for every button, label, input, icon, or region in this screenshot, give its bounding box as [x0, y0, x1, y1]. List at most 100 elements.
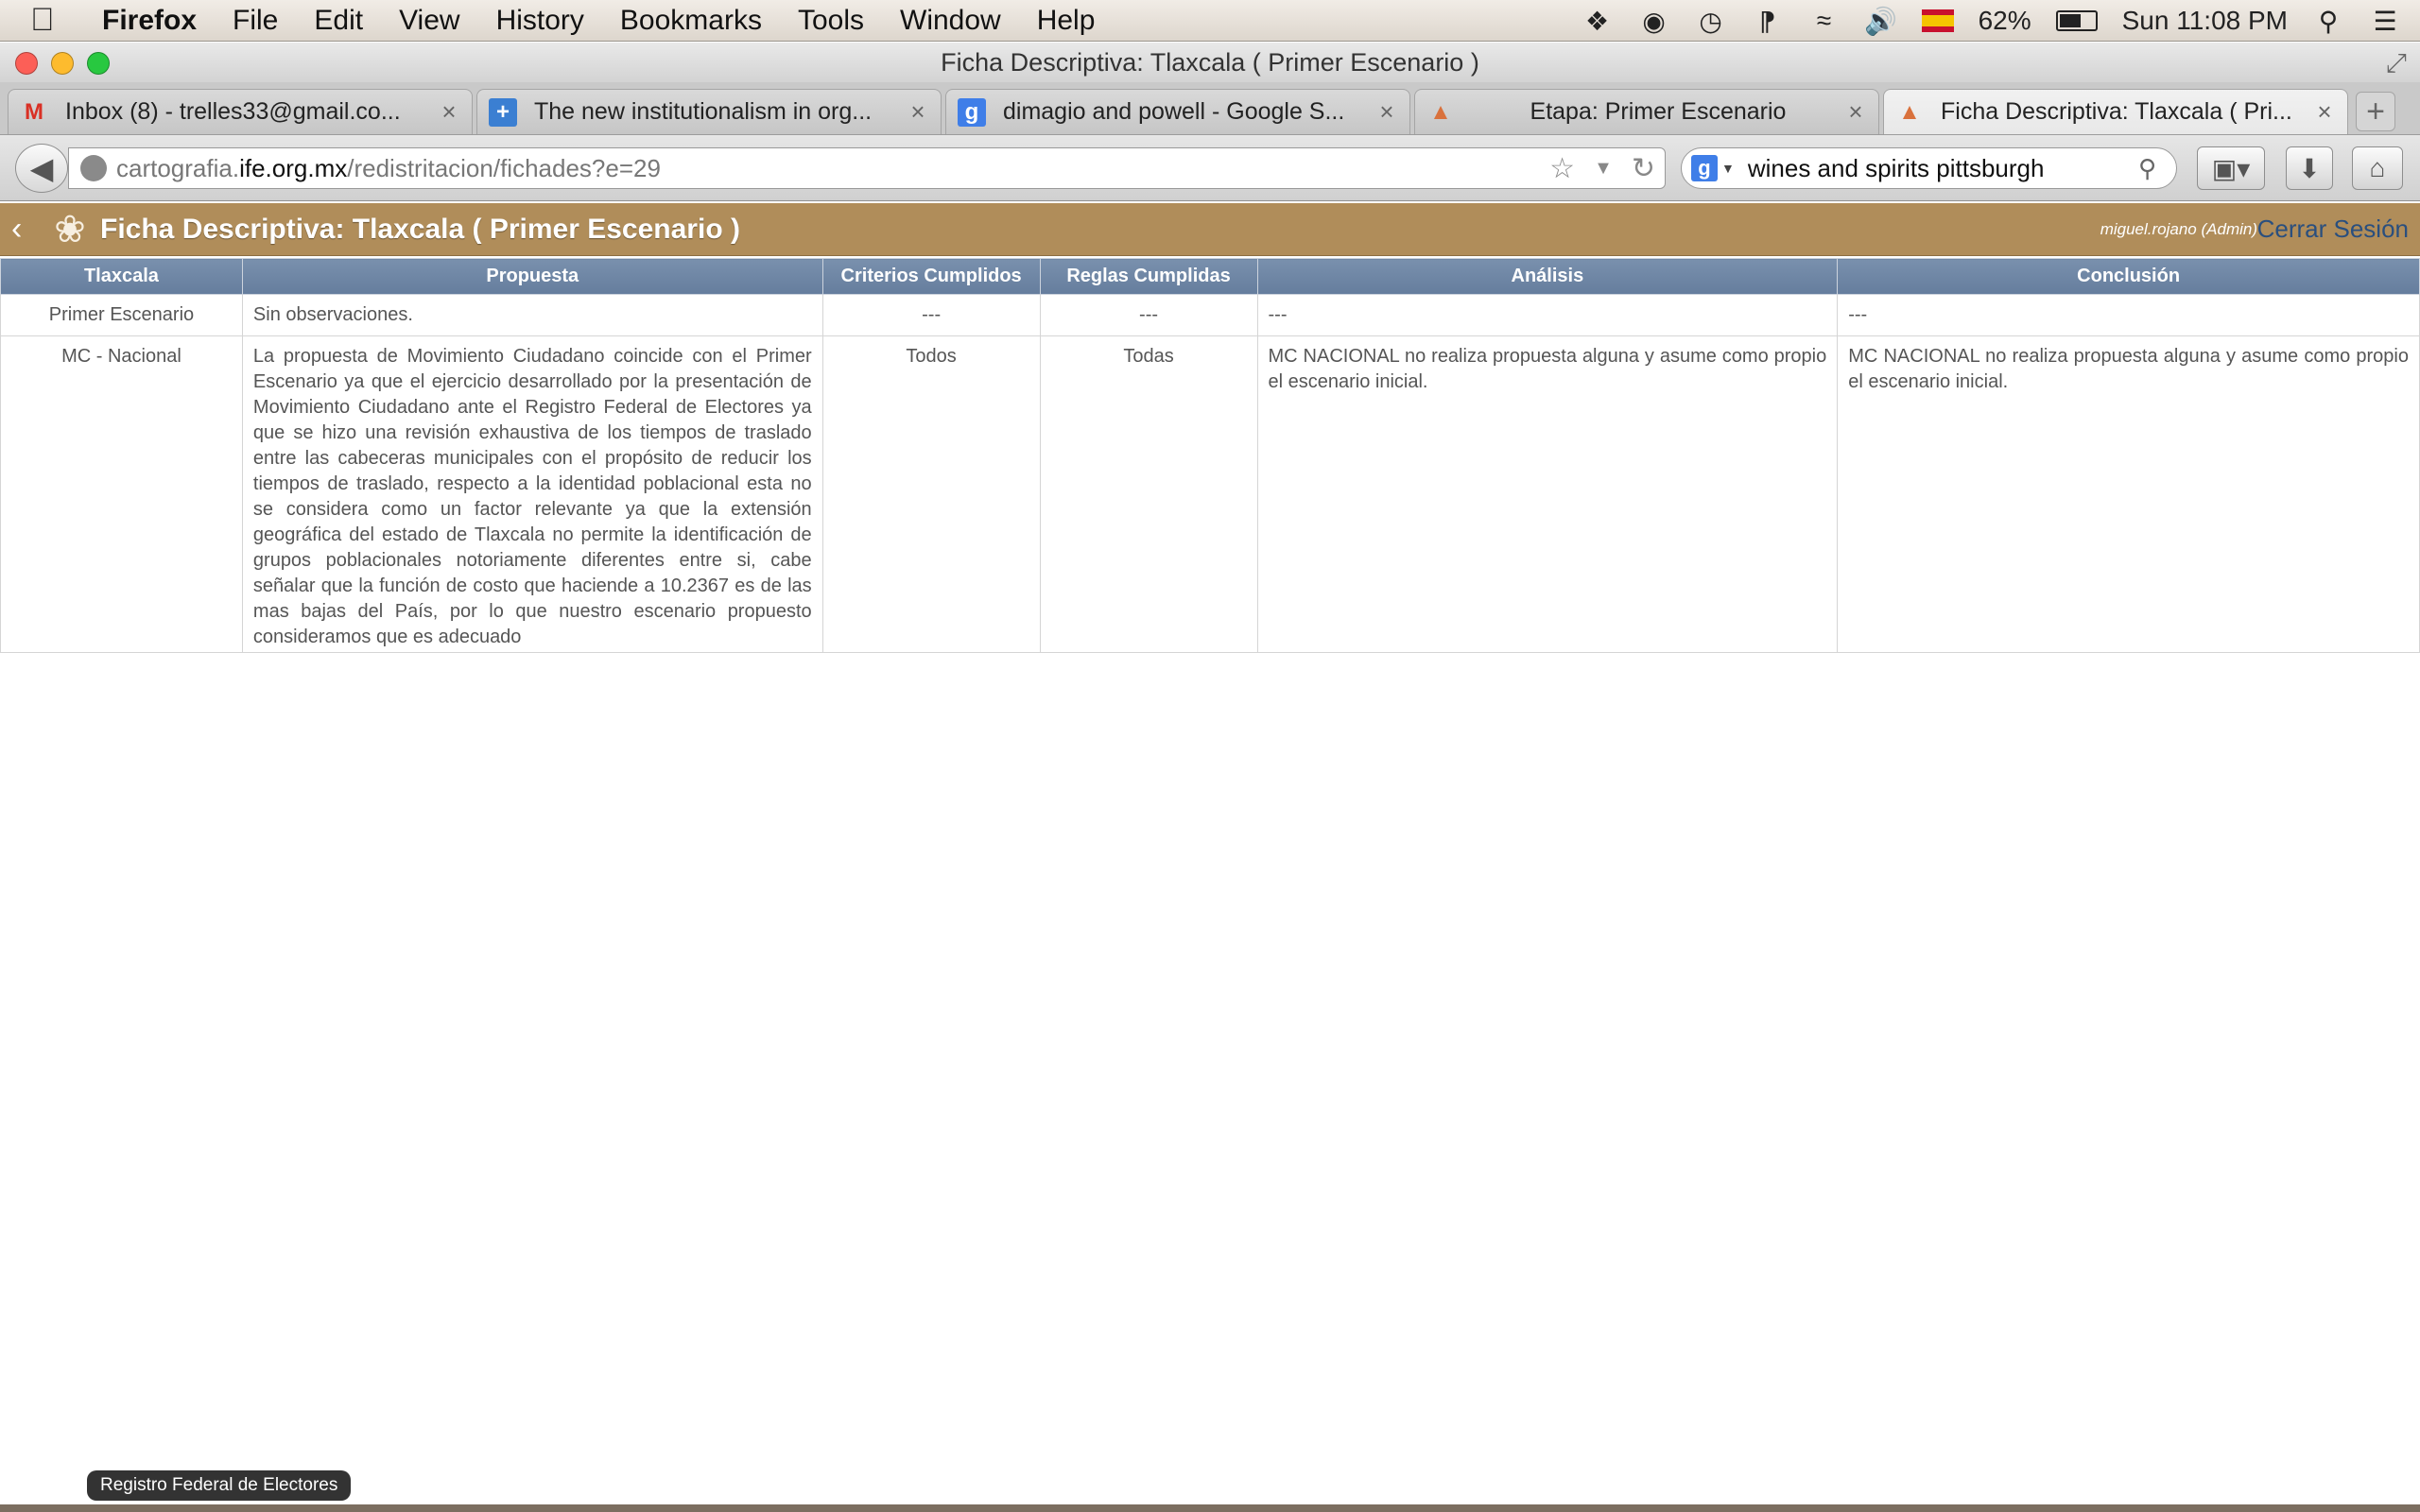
tab-label: The new institutionalism in org... [534, 98, 873, 125]
google-icon[interactable]: g [1691, 155, 1718, 181]
tab-close-icon[interactable]: × [907, 97, 929, 127]
search-engine-dropdown-icon[interactable]: ▼ [1721, 161, 1735, 176]
table-cell: Sin observaciones. [241, 294, 823, 336]
window-title: Ficha Descriptiva: Tlaxcala ( Primer Esc… [941, 47, 1479, 77]
search-query[interactable]: wines and spirits pittsburgh [1748, 154, 2138, 183]
menu-edit[interactable]: Edit [314, 5, 363, 37]
search-bar[interactable]: g ▼ wines and spirits pittsburgh ⚲ [1681, 147, 2177, 189]
battery-percent[interactable]: 62% [1979, 6, 2031, 36]
footer-badge[interactable]: Registro Federal de Electores [87, 1470, 352, 1501]
notification-center-icon[interactable]: ☰ [2369, 6, 2401, 36]
url-dropdown-icon[interactable]: ▼ [1594, 152, 1613, 185]
bookmarks-menu-button[interactable]: ▣▾ [2197, 146, 2265, 190]
column-header-criterios: Criterios Cumplidos [821, 258, 1041, 295]
tab-close-icon[interactable]: × [1375, 97, 1398, 127]
gmail-icon: M [25, 98, 43, 125]
current-user: miguel.rojano (Admin) [2100, 220, 2257, 238]
menu-view[interactable]: View [399, 5, 459, 37]
tab-ficha-descriptiva[interactable]: ▲ Ficha Descriptiva: Tlaxcala ( Pri... × [1883, 89, 2348, 134]
menu-file[interactable]: File [233, 5, 278, 37]
url-prefix: cartografia. [116, 153, 240, 182]
tab-close-icon[interactable]: × [2313, 97, 2336, 127]
tab-label: Ficha Descriptiva: Tlaxcala ( Pri... [1941, 98, 2292, 125]
ife-icon: ▲ [1429, 98, 1452, 125]
table-row: MC - Nacional La propuesta de Movimiento… [0, 335, 2420, 653]
url-bar[interactable]: cartografia. ife.org.mx/redistritacion/fi… [68, 147, 1666, 189]
spanish-flag-input-icon[interactable] [1921, 9, 1954, 32]
logout-link[interactable]: Cerrar Sesión [2257, 215, 2409, 244]
column-header-analisis: Análisis [1256, 258, 1839, 295]
table-cell: Primer Escenario [0, 294, 243, 336]
battery-icon[interactable] [2055, 10, 2098, 31]
download-icon: ⬇ [2298, 153, 2321, 183]
menu-help[interactable]: Help [1037, 5, 1096, 37]
menu-bookmarks[interactable]: Bookmarks [620, 5, 762, 37]
tab-close-icon[interactable]: × [438, 97, 460, 127]
table-cell: --- [821, 294, 1041, 336]
tab-strip: M Inbox (8) - trelles33@gmail.co... × + … [0, 82, 2420, 135]
tab-gmail[interactable]: M Inbox (8) - trelles33@gmail.co... × [8, 89, 473, 134]
table-cell: Todos [821, 335, 1041, 653]
volume-icon[interactable]: 🔊 [1864, 6, 1897, 36]
window-bottom-edge [0, 1504, 2420, 1512]
fullscreen-icon[interactable]: ⤢ [2386, 48, 2407, 79]
time-machine-icon[interactable]: ◷ [1695, 6, 1727, 36]
home-icon: ⌂ [2369, 153, 2386, 182]
table-header-row: Tlaxcala Propuesta Criterios Cumplidos R… [0, 258, 2420, 295]
navigation-toolbar: cartografia. ife.org.mx/redistritacion/fi… [0, 135, 2420, 201]
chevron-left-icon[interactable]: ‹ [11, 211, 38, 248]
window-minimize-button[interactable] [51, 52, 74, 75]
google-icon: g [958, 97, 986, 127]
tab-etapa[interactable]: ▲ Etapa: Primer Escenario × [1414, 89, 1879, 134]
menu-tools[interactable]: Tools [798, 5, 864, 37]
tab-label: dimagio and powell - Google S... [1003, 98, 1345, 125]
window-zoom-button[interactable] [87, 52, 110, 75]
table-cell: MC - Nacional [0, 335, 243, 653]
table-cell: MC NACIONAL no realiza propuesta alguna … [1256, 335, 1839, 653]
table-cell: --- [1256, 294, 1839, 336]
window-close-button[interactable] [15, 52, 38, 75]
bluetooth-icon[interactable]: ⁋ [1752, 6, 1784, 36]
window-titlebar: Ficha Descriptiva: Tlaxcala ( Primer Esc… [0, 43, 2420, 82]
tab-google-scholar[interactable]: g dimagio and powell - Google S... × [945, 89, 1410, 134]
tab-new-institutionalism[interactable]: + The new institutionalism in org... × [476, 89, 942, 134]
menubar-clock[interactable]: Sun 11:08 PM [2122, 6, 2288, 36]
macos-menubar:  Firefox File Edit View History Bookmar… [0, 0, 2420, 42]
ife-logo-icon: ❀ [54, 208, 86, 250]
plus-icon: + [489, 97, 517, 127]
wifi-icon[interactable]: ≈ [1808, 6, 1841, 36]
back-arrow-icon: ◀ [29, 151, 54, 185]
apple-menu-icon[interactable]:  [30, 2, 87, 39]
bookmarks-icon: ▣▾ [2211, 153, 2251, 183]
tab-close-icon[interactable]: × [1844, 97, 1867, 127]
spotlight-icon[interactable]: ⚲ [2312, 6, 2344, 36]
menu-history[interactable]: History [496, 5, 584, 37]
search-icon[interactable]: ⚲ [2138, 154, 2176, 183]
bear-icon[interactable]: ◉ [1638, 6, 1670, 36]
url-host: ife.org.mx [239, 153, 348, 182]
back-button[interactable]: ◀ [15, 144, 68, 193]
page-title: Ficha Descriptiva: Tlaxcala ( Primer Esc… [100, 213, 740, 245]
column-header-conclusion: Conclusión [1837, 258, 2420, 295]
url-path: /redistritacion/fichades?e=29 [347, 153, 661, 182]
dropbox-icon[interactable]: ❖ [1582, 6, 1614, 36]
downloads-button[interactable]: ⬇ [2286, 146, 2333, 190]
table-cell: Todas [1039, 335, 1258, 653]
home-button[interactable]: ⌂ [2352, 146, 2403, 190]
bookmark-star-icon[interactable]: ☆ [1549, 152, 1575, 185]
menu-app-firefox[interactable]: Firefox [102, 5, 197, 37]
tab-label: Etapa: Primer Escenario [1530, 98, 1787, 125]
table-cell: MC NACIONAL no realiza propuesta alguna … [1837, 335, 2420, 653]
table-row: Primer Escenario Sin observaciones. --- … [0, 294, 2420, 336]
table-cell: La propuesta de Movimiento Ciudadano coi… [241, 335, 823, 653]
table-cell: --- [1039, 294, 1258, 336]
app-header: ‹ ❀ Ficha Descriptiva: Tlaxcala ( Primer… [0, 203, 2420, 256]
menu-window[interactable]: Window [900, 5, 1001, 37]
column-header-propuesta: Propuesta [241, 258, 823, 295]
new-tab-button[interactable]: + [2356, 92, 2395, 131]
column-header-reglas: Reglas Cumplidas [1039, 258, 1258, 295]
column-header-tlaxcala: Tlaxcala [0, 258, 243, 295]
ife-icon: ▲ [1898, 98, 1921, 125]
reload-icon[interactable]: ↻ [1632, 152, 1655, 185]
tab-label: Inbox (8) - trelles33@gmail.co... [65, 98, 401, 125]
